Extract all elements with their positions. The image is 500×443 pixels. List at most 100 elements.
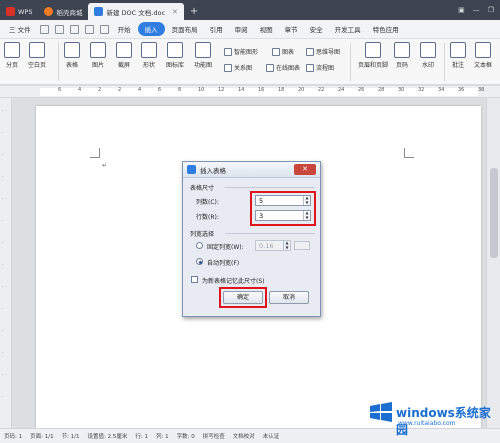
smart-shape-label: 智能图形 — [234, 49, 259, 56]
menu-developer[interactable]: 开发工具 — [330, 22, 366, 36]
ruler-tick-label: 20 — [298, 87, 305, 93]
cancel-button[interactable]: 取消 — [269, 291, 309, 304]
section-divider — [225, 187, 315, 188]
tab-wps[interactable]: WPS — [0, 3, 38, 20]
ruler-tick-label: 38 — [478, 87, 485, 93]
store-icon — [44, 7, 54, 16]
online-chart-button[interactable]: 在线图表 — [266, 63, 300, 72]
menu-layout[interactable]: 页面布局 — [167, 22, 203, 36]
menu-section[interactable]: 章节 — [280, 22, 303, 36]
ribbon-divider — [58, 43, 59, 81]
menu-view[interactable]: 视图 — [255, 22, 278, 36]
maximize-icon[interactable]: ❐ — [488, 6, 494, 14]
smart-shape-icon — [224, 47, 232, 56]
function-chart-button[interactable]: 功能图 — [194, 42, 212, 69]
scrollbar-thumb[interactable] — [490, 168, 498, 258]
screenshot-label: 截屏 — [117, 62, 130, 69]
preview-icon[interactable] — [69, 24, 79, 34]
menu-insert[interactable]: 插入 — [137, 22, 165, 36]
vruler-tick-mark: · — [2, 240, 4, 246]
dialog-title-bar[interactable]: 插入表格 ✕ — [183, 162, 320, 178]
vruler-tick-mark: · — [2, 284, 4, 290]
save-icon[interactable] — [39, 24, 49, 34]
status-spellcheck[interactable]: 拼写检查 — [203, 432, 225, 440]
auto-width-radio[interactable] — [196, 258, 203, 265]
flowchart-icon — [306, 63, 314, 72]
undo-icon[interactable] — [84, 24, 94, 34]
ribbon-divider — [350, 43, 351, 81]
ruler-tick-label: 4 — [138, 87, 142, 93]
watermark-url: www.ruitaiabo.com — [398, 420, 456, 427]
function-chart-icon — [195, 42, 211, 58]
vertical-scrollbar[interactable] — [486, 98, 500, 428]
page-break-label: 分页 — [5, 62, 18, 69]
picture-button[interactable]: 图片 — [90, 42, 106, 69]
menu-security[interactable]: 安全 — [305, 22, 328, 36]
new-tab-icon[interactable]: + — [190, 3, 198, 20]
menu-file[interactable]: 三 文件 — [4, 22, 36, 36]
remember-size-checkbox[interactable] — [191, 276, 198, 283]
shape-icon — [141, 42, 157, 58]
menu-references[interactable]: 引用 — [205, 22, 228, 36]
ruler-tick-label: 12 — [218, 87, 225, 93]
watermark-button[interactable]: 水印 — [420, 42, 436, 69]
close-icon[interactable]: ✕ — [294, 164, 316, 175]
auto-width-label: 自动列宽(F) — [207, 260, 240, 267]
status-words[interactable]: 字数: 0 — [177, 432, 195, 440]
minimize-icon[interactable]: — — [473, 6, 480, 14]
vruler-tick-mark: · — [2, 350, 4, 356]
screenshot-button[interactable]: 截屏 — [116, 42, 132, 69]
chart-label: 图表 — [282, 49, 295, 56]
smart-shape-button[interactable]: 智能图形 — [224, 47, 258, 56]
tab-wps-label: WPS — [18, 7, 33, 16]
page-number-button[interactable]: 页码 — [394, 42, 410, 69]
status-proofread[interactable]: 文档校对 — [233, 432, 255, 440]
dialog-title: 插入表格 — [200, 166, 226, 175]
vertical-ruler[interactable]: · · · · · · · · · · · · · · — [0, 98, 12, 428]
shape-label: 形状 — [142, 62, 155, 69]
status-auth[interactable]: 未认证 — [263, 432, 280, 440]
ruler-tick-label: 26 — [358, 87, 365, 93]
menu-special[interactable]: 特色应用 — [368, 22, 404, 36]
shape-button[interactable]: 形状 — [141, 42, 157, 69]
icon-library-button[interactable]: 图标库 — [166, 42, 184, 69]
icon-library-icon — [167, 42, 183, 58]
highlight-box-ok — [219, 287, 267, 308]
comment-button[interactable]: 批注 — [450, 42, 466, 69]
wps-writer-icon — [187, 165, 196, 174]
ruler-tick-label: 4 — [78, 87, 82, 93]
header-footer-button[interactable]: 页眉和页脚 — [358, 42, 388, 69]
horizontal-ruler[interactable]: 6 4 2 2 4 6 8 10 12 14 16 18 20 22 24 26 28 30 32 34 36 38 — [0, 86, 500, 98]
print-icon[interactable] — [54, 24, 64, 34]
relation-chart-button[interactable]: 关系图 — [224, 63, 252, 72]
close-tab-icon[interactable]: ✕ — [172, 8, 178, 16]
blank-page-button[interactable]: 空白页 — [28, 42, 46, 69]
unit-select — [294, 241, 310, 250]
tab-store-label: 稻壳商城 — [56, 8, 83, 17]
redo-icon[interactable] — [99, 24, 109, 34]
menu-home[interactable]: 开始 — [113, 22, 136, 36]
watermark-label: 水印 — [421, 62, 434, 69]
tab-store[interactable]: 稻壳商城 — [38, 3, 88, 20]
flowchart-button[interactable]: 流程图 — [306, 63, 334, 72]
textbox-button[interactable]: 文本框 — [474, 42, 492, 69]
table-button[interactable]: 表格 — [64, 42, 80, 69]
mindmap-button[interactable]: 思维导图 — [306, 47, 340, 56]
ruler-tick-label: 22 — [318, 87, 325, 93]
chart-button[interactable]: 图表 — [272, 47, 294, 56]
vruler-tick-mark: · — [2, 372, 4, 378]
page-break-button[interactable]: 分页 — [4, 42, 20, 69]
vruler-tick-mark: · — [2, 394, 4, 400]
ruler-tick-label: 2 — [118, 87, 122, 93]
skin-icon[interactable]: ▣ — [458, 6, 465, 14]
ruler-tick-label: 16 — [258, 87, 265, 93]
vruler-tick-mark: · — [2, 108, 4, 114]
ruler-tick-label: 34 — [438, 87, 445, 93]
fixed-width-spinner: 0.16 ▲ ▼ — [255, 240, 291, 251]
picture-label: 图片 — [91, 62, 104, 69]
rows-label: 行数(R): — [196, 214, 219, 221]
fixed-width-radio[interactable] — [196, 242, 203, 249]
site-watermark: windows系统家园 www.ruitaiabo.com — [368, 396, 498, 437]
tab-document[interactable]: 新建 DOC 文档.doc ✕ — [88, 3, 184, 20]
menu-review[interactable]: 审阅 — [230, 22, 253, 36]
